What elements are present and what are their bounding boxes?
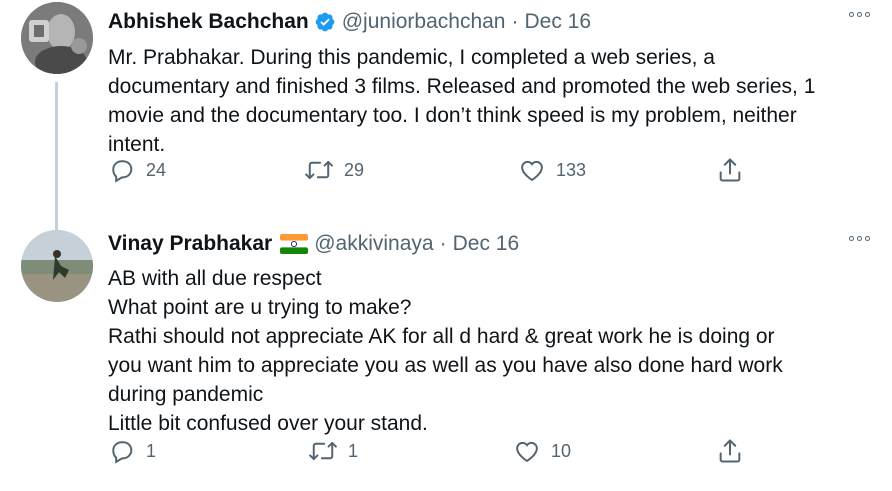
tweet-text-line: movie and the documentary too. I don’t t… (108, 104, 797, 127)
tweet-date[interactable]: Dec 16 (525, 10, 592, 34)
thread-line (55, 82, 58, 242)
tweet-date[interactable]: Dec 16 (453, 232, 520, 256)
user-handle[interactable]: @akkivinaya (314, 232, 433, 256)
tweet-text-line: What point are u trying to make? (108, 296, 412, 319)
reply-icon (108, 156, 136, 184)
more-options-icon[interactable] (845, 232, 874, 245)
tweet-text: Mr. Prabhakar. During this pandemic, I c… (108, 43, 874, 159)
retweet-count: 1 (348, 440, 359, 461)
like-button[interactable]: 133 (518, 156, 586, 184)
like-button[interactable]: 10 (513, 437, 571, 465)
retweet-button[interactable]: 1 (308, 437, 358, 465)
display-name[interactable]: Abhishek Bachchan (108, 10, 309, 34)
reply-icon (108, 437, 136, 465)
tweet[interactable]: Abhishek Bachchan @juniorbachchan · Dec … (0, 0, 892, 242)
tweet-text-line: Little bit confused over your stand. (108, 412, 428, 435)
avatar[interactable] (21, 2, 93, 74)
share-icon (716, 437, 744, 465)
heart-icon (518, 156, 546, 184)
reply-count: 24 (146, 159, 167, 180)
tweet-text-line: during pandemic (108, 383, 264, 406)
retweet-icon (308, 437, 338, 465)
tweet-text-line: you want him to appreciate you as well a… (108, 354, 783, 377)
retweet-icon (304, 156, 334, 184)
verified-badge-icon (314, 11, 336, 33)
display-name[interactable]: Vinay Prabhakar (108, 232, 272, 256)
retweet-count: 29 (344, 159, 365, 180)
retweet-button[interactable]: 29 (304, 156, 364, 184)
reply-button[interactable]: 1 (108, 437, 156, 465)
tweet-text: AB with all due respect What point are u… (108, 264, 874, 438)
reply-count: 1 (146, 440, 157, 461)
share-icon (716, 156, 744, 184)
avatar[interactable] (21, 230, 93, 302)
more-options-icon[interactable] (845, 8, 874, 21)
share-button[interactable] (716, 437, 744, 465)
tweet-text-line: AB with all due respect (108, 267, 322, 290)
tweet-text-line: intent. (108, 133, 166, 156)
india-flag-icon (280, 234, 309, 254)
separator-dot: · (439, 232, 447, 255)
separator-dot: · (511, 10, 519, 33)
share-button[interactable] (716, 156, 744, 184)
tweet[interactable]: Vinay Prabhakar @akkivinaya · Dec 16 AB … (0, 230, 892, 491)
tweet-text-line: Rathi should not appreciate AK for all d… (108, 325, 775, 348)
tweet-header: Abhishek Bachchan @juniorbachchan · Dec … (108, 2, 874, 42)
tweet-text-line: documentary and finished 3 films. Releas… (108, 75, 816, 98)
tweet-header: Vinay Prabhakar @akkivinaya · Dec 16 (108, 224, 874, 264)
like-count: 133 (556, 159, 587, 180)
tweet-text-line: Mr. Prabhakar. During this pandemic, I c… (108, 46, 715, 69)
reply-button[interactable]: 24 (108, 156, 166, 184)
like-count: 10 (551, 440, 572, 461)
user-handle[interactable]: @juniorbachchan (342, 10, 506, 34)
heart-icon (513, 437, 541, 465)
